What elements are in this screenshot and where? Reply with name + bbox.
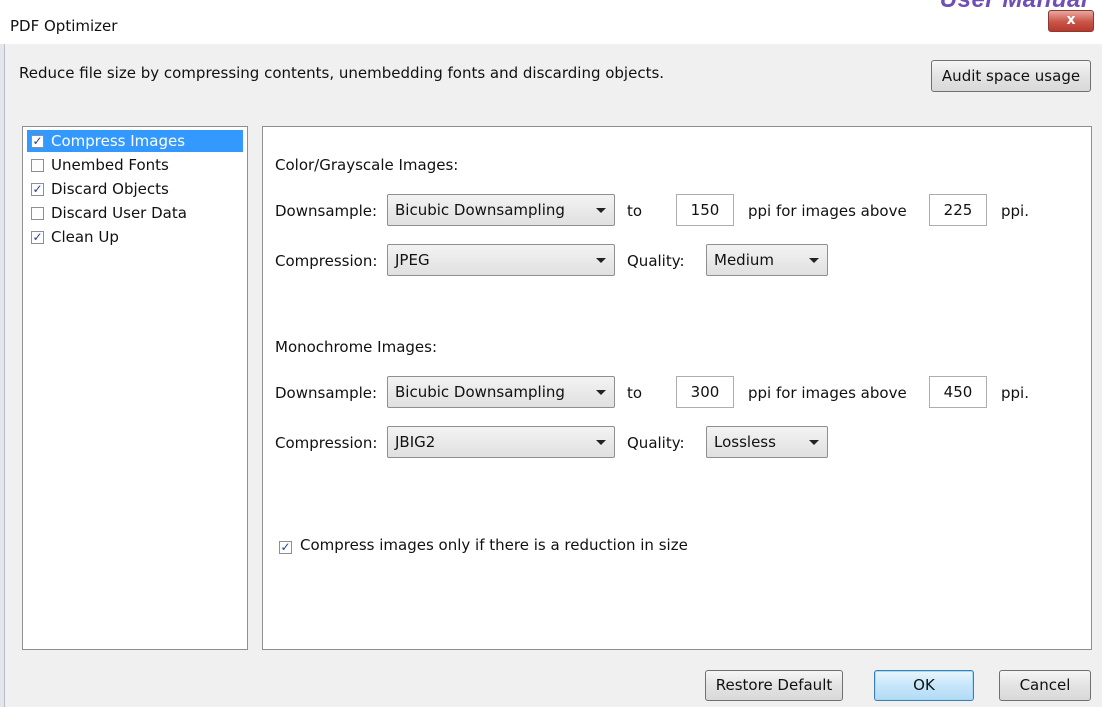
select-value: Bicubic Downsampling: [395, 383, 565, 401]
close-button[interactable]: x: [1048, 10, 1094, 32]
audit-space-usage-button[interactable]: Audit space usage: [931, 60, 1091, 92]
window-title: PDF Optimizer: [10, 17, 118, 35]
restore-default-button[interactable]: Restore Default: [705, 670, 843, 701]
mono-target-ppi-input[interactable]: 300: [676, 376, 734, 408]
select-value: JBIG2: [395, 433, 436, 451]
category-label: Discard Objects: [51, 180, 169, 198]
reduction-only-checkbox[interactable]: ✓: [279, 541, 292, 554]
category-item-discard-user-data[interactable]: Discard User Data: [27, 202, 243, 224]
color-images-heading: Color/Grayscale Images:: [275, 156, 459, 174]
color-quality-label: Quality:: [627, 252, 685, 270]
color-downsample-label: Downsample:: [275, 202, 378, 220]
mono-threshold-ppi-input[interactable]: 450: [929, 376, 987, 408]
category-label: Compress Images: [51, 132, 186, 150]
checkbox-clean-up[interactable]: ✓: [31, 231, 44, 244]
cancel-button[interactable]: Cancel: [999, 670, 1091, 701]
checkbox-discard-objects[interactable]: ✓: [31, 183, 44, 196]
color-target-ppi-input[interactable]: 150: [676, 194, 734, 226]
category-item-clean-up[interactable]: ✓ Clean Up: [27, 226, 243, 248]
to-label: to: [627, 384, 643, 402]
select-value: JPEG: [395, 251, 430, 269]
ok-button[interactable]: OK: [874, 670, 974, 701]
color-compression-select[interactable]: JPEG: [387, 244, 615, 276]
ppi-label: ppi.: [1001, 202, 1029, 220]
settings-panel: Color/Grayscale Images: Downsample: Bicu…: [262, 126, 1092, 650]
mono-compression-label: Compression:: [275, 434, 378, 452]
category-label: Discard User Data: [51, 204, 187, 222]
category-list: ✓ Compress Images Unembed Fonts ✓ Discar…: [22, 126, 248, 650]
chevron-down-icon: [596, 208, 606, 213]
mono-downsample-label: Downsample:: [275, 384, 378, 402]
mono-quality-select[interactable]: Lossless: [706, 426, 828, 458]
color-compression-label: Compression:: [275, 252, 378, 270]
title-bar: PDF Optimizer User Manual x: [0, 0, 1102, 44]
mono-compression-select[interactable]: JBIG2: [387, 426, 615, 458]
chevron-down-icon: [596, 258, 606, 263]
select-value: Bicubic Downsampling: [395, 201, 565, 219]
checkbox-unembed-fonts[interactable]: [31, 159, 44, 172]
select-value: Medium: [714, 251, 774, 269]
select-value: Lossless: [714, 433, 776, 451]
above-label: ppi for images above: [748, 202, 907, 220]
above-label: ppi for images above: [748, 384, 907, 402]
checkbox-compress-images[interactable]: ✓: [31, 135, 44, 148]
dialog-description: Reduce file size by compressing contents…: [19, 64, 665, 82]
reduction-only-label: Compress images only if there is a reduc…: [300, 536, 688, 554]
chevron-down-icon: [809, 440, 819, 445]
category-label: Unembed Fonts: [51, 156, 169, 174]
mono-downsample-select[interactable]: Bicubic Downsampling: [387, 376, 615, 408]
color-quality-select[interactable]: Medium: [706, 244, 828, 276]
chevron-down-icon: [596, 390, 606, 395]
chevron-down-icon: [596, 440, 606, 445]
color-threshold-ppi-input[interactable]: 225: [929, 194, 987, 226]
to-label: to: [627, 202, 643, 220]
dialog-client-area: Reduce file size by compressing contents…: [5, 44, 1102, 707]
category-label: Clean Up: [51, 228, 119, 246]
chevron-down-icon: [809, 258, 819, 263]
category-item-compress-images[interactable]: ✓ Compress Images: [27, 130, 243, 152]
mono-images-heading: Monochrome Images:: [275, 338, 438, 356]
category-item-discard-objects[interactable]: ✓ Discard Objects: [27, 178, 243, 200]
ppi-label: ppi.: [1001, 384, 1029, 402]
checkbox-discard-user-data[interactable]: [31, 207, 44, 220]
mono-quality-label: Quality:: [627, 434, 685, 452]
category-item-unembed-fonts[interactable]: Unembed Fonts: [27, 154, 243, 176]
color-downsample-select[interactable]: Bicubic Downsampling: [387, 194, 615, 226]
